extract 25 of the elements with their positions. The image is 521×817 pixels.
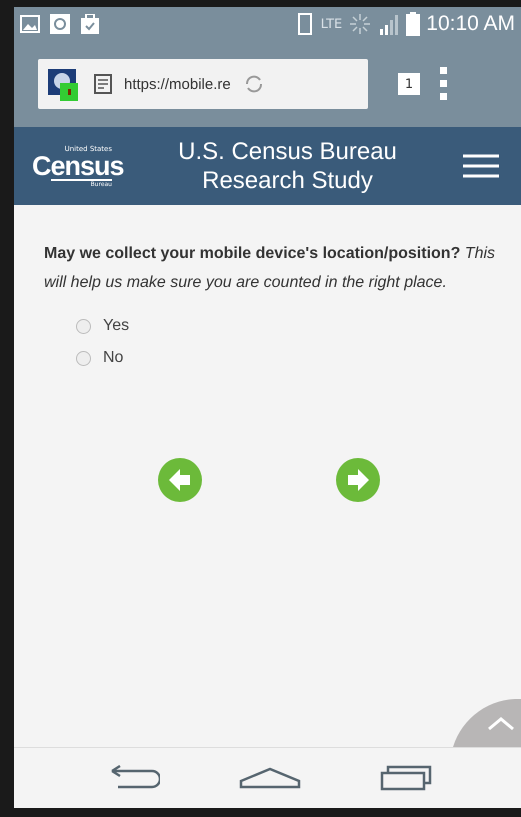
home-icon[interactable]	[238, 767, 300, 789]
signal-icon	[378, 13, 400, 35]
option-label[interactable]: Yes	[103, 317, 130, 335]
clock-time: 10:10 AM	[426, 12, 515, 36]
sparkle-icon	[348, 12, 372, 36]
radio-button[interactable]	[76, 350, 91, 366]
clipboard-icon	[80, 14, 100, 34]
menu-icon[interactable]	[463, 154, 499, 178]
site-title: U.S. Census Bureau Research Study	[177, 137, 398, 195]
image-icon	[20, 15, 40, 33]
question-text: May we collect your mobile device's location/position? This will help us make sure you are counted in the right place.	[44, 244, 496, 293]
address-bar[interactable]: https://mobile.re	[38, 59, 368, 109]
radio-button[interactable]	[76, 318, 91, 334]
page-icon	[94, 74, 112, 94]
option-label[interactable]: No	[103, 349, 124, 367]
recent-apps-icon[interactable]	[380, 765, 432, 791]
network-label: LTE	[320, 16, 342, 32]
more-menu-icon[interactable]	[440, 67, 448, 101]
battery-icon	[406, 12, 420, 36]
url-text: https://mobile.re	[124, 76, 231, 92]
tab-count-button[interactable]: 1	[398, 73, 420, 95]
logo-text: Census	[32, 152, 124, 178]
back-arrow-button[interactable]	[157, 457, 203, 503]
next-arrow-button[interactable]	[335, 457, 381, 503]
scroll-up-button[interactable]	[453, 699, 521, 747]
